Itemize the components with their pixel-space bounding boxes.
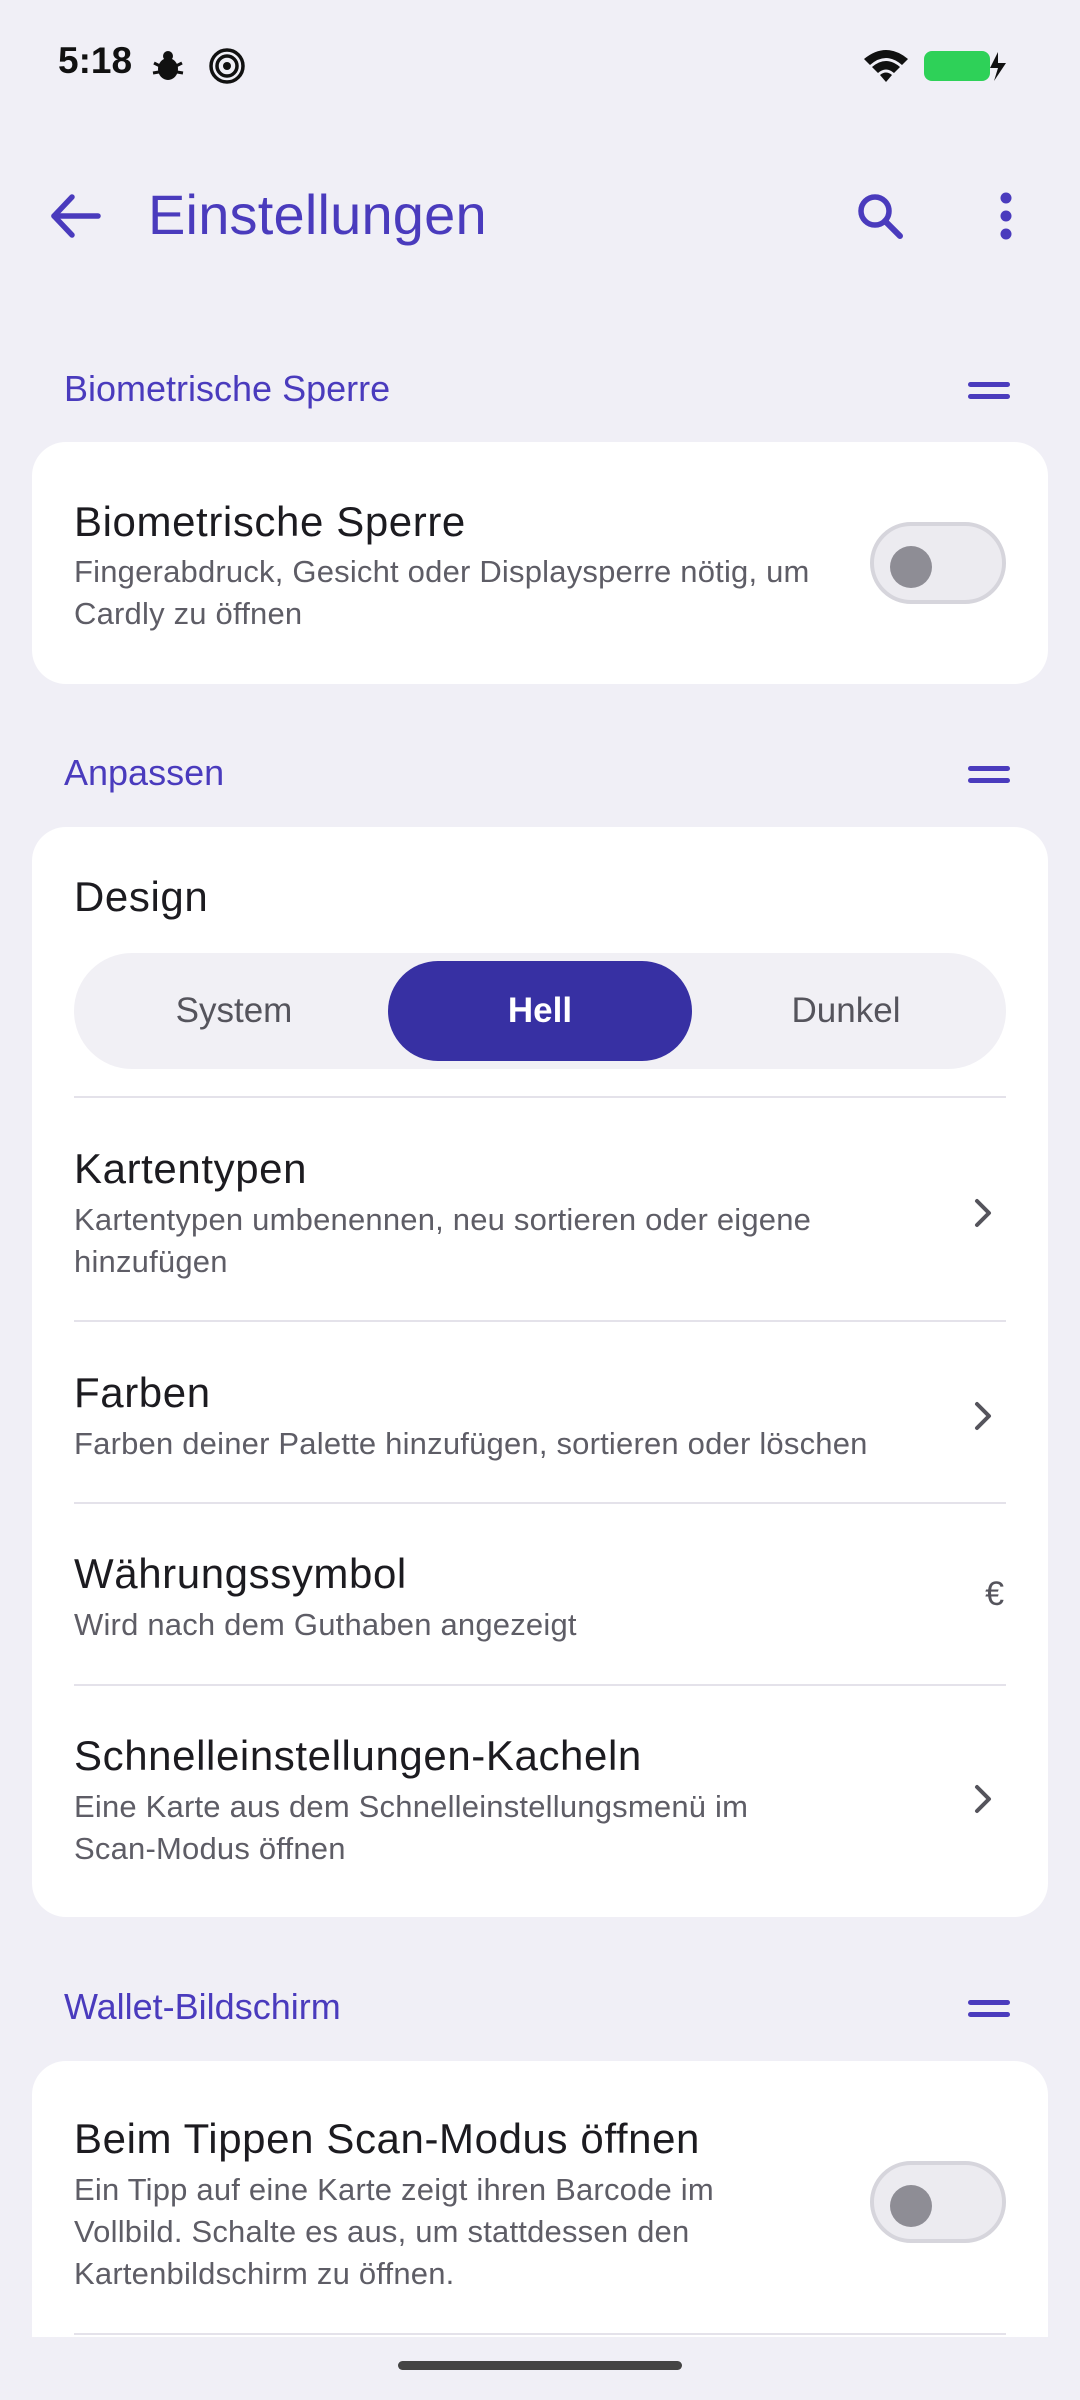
design-option-system[interactable]: System: [82, 961, 386, 1061]
status-bar: 5:18: [0, 0, 1080, 132]
currency-symbol-value: €: [985, 1575, 1004, 1613]
section-title: Anpassen: [64, 752, 225, 793]
biometric-lock-title: Biometrische Sperre: [74, 498, 466, 545]
settings-screen: 5:18 Einstellungen Biometrische Sperre B…: [0, 0, 1080, 2400]
hotspot-icon: [208, 47, 246, 90]
tap-scan-mode-title: Beim Tippen Scan-Modus öffnen: [74, 2115, 700, 2162]
subtitle-line: Ein Tipp auf eine Karte zeigt ihren Barc…: [74, 2172, 714, 2207]
back-arrow-icon: [51, 194, 101, 238]
biometric-lock-switch[interactable]: [870, 522, 1006, 604]
divider: [74, 1684, 1006, 1686]
section-title: Wallet-Bildschirm: [64, 1986, 341, 2027]
search-icon: [858, 194, 903, 239]
drag-handle-icon[interactable]: [956, 756, 1016, 796]
divider: [74, 2333, 1006, 2335]
more-options-button[interactable]: [966, 176, 1046, 256]
colors-title: Farben: [74, 1369, 211, 1416]
design-option-dark[interactable]: Dunkel: [694, 961, 998, 1061]
section-header-biometric: Biometrische Sperre: [64, 358, 1016, 418]
home-indicator[interactable]: [398, 2361, 682, 2370]
chevron-right-icon: [975, 1199, 991, 1227]
currency-symbol-title: Währungssymbol: [74, 1550, 407, 1597]
subtitle-line: Kartentypen umbenennen, neu sortieren od…: [74, 1202, 812, 1237]
subtitle-line: hinzufügen: [74, 1244, 228, 1279]
wallet-card: Beim Tippen Scan-Modus öffnen Ein Tipp a…: [32, 2061, 1048, 2337]
chevron-right-icon: [975, 1402, 991, 1430]
top-app-bar: Einstellungen: [0, 160, 1080, 272]
colors-subtitle: Farben deiner Palette hinzufügen, sortie…: [74, 1426, 868, 1461]
currency-symbol-subtitle: Wird nach dem Guthaben angezeigt: [74, 1607, 577, 1642]
subtitle-line: Scan-Modus öffnen: [74, 1831, 346, 1866]
customize-card: Design System Hell Dunkel Kartentypen Ka…: [32, 827, 1048, 1917]
drag-handle-icon[interactable]: [956, 1990, 1016, 2030]
divider: [74, 1320, 1006, 1322]
switch-knob: [890, 2185, 932, 2227]
subtitle-line: Cardly zu öffnen: [74, 596, 303, 631]
drag-handle-icon[interactable]: [956, 372, 1016, 412]
design-label: Design: [74, 873, 209, 920]
section-header-customize: Anpassen: [64, 742, 1016, 802]
battery-charging-icon: [924, 48, 1008, 89]
quick-tiles-title: Schnelleinstellungen-Kacheln: [74, 1732, 642, 1779]
section-header-wallet: Wallet-Bildschirm: [64, 1976, 1016, 2036]
wifi-icon: [862, 48, 910, 89]
chevron-right-icon: [975, 1785, 991, 1813]
card-types-subtitle: Kartentypen umbenennen, neu sortieren od…: [74, 1199, 811, 1283]
switch-knob: [890, 546, 932, 588]
more-vert-icon: [1000, 192, 1012, 240]
back-button[interactable]: [30, 180, 120, 252]
divider: [74, 1502, 1006, 1504]
subtitle-line: Eine Karte aus dem Schnelleinstellungsme…: [74, 1789, 749, 1824]
quick-tiles-subtitle: Eine Karte aus dem Schnelleinstellungsme…: [74, 1786, 748, 1870]
search-button[interactable]: [840, 176, 920, 256]
design-option-light[interactable]: Hell: [388, 961, 692, 1061]
biometric-lock-subtitle: Fingerabdruck, Gesicht oder Displaysperr…: [74, 551, 810, 635]
subtitle-line: Kartenbildschirm zu öffnen.: [74, 2256, 455, 2291]
status-time: 5:18: [58, 40, 133, 81]
subtitle-line: Vollbild. Schalte es aus, um stattdessen…: [74, 2214, 690, 2249]
bug-icon: [150, 49, 186, 88]
divider: [74, 1096, 1006, 1098]
design-segmented-control: System Hell Dunkel: [74, 953, 1006, 1069]
subtitle-line: Fingerabdruck, Gesicht oder Displaysperr…: [74, 554, 810, 589]
section-title: Biometrische Sperre: [64, 368, 391, 409]
page-title: Einstellungen: [148, 183, 487, 246]
card-types-title: Kartentypen: [74, 1145, 308, 1192]
tap-scan-mode-switch[interactable]: [870, 2161, 1006, 2243]
biometric-card: Biometrische Sperre Fingerabdruck, Gesic…: [32, 442, 1048, 684]
tap-scan-mode-subtitle: Ein Tipp auf eine Karte zeigt ihren Barc…: [74, 2169, 714, 2295]
